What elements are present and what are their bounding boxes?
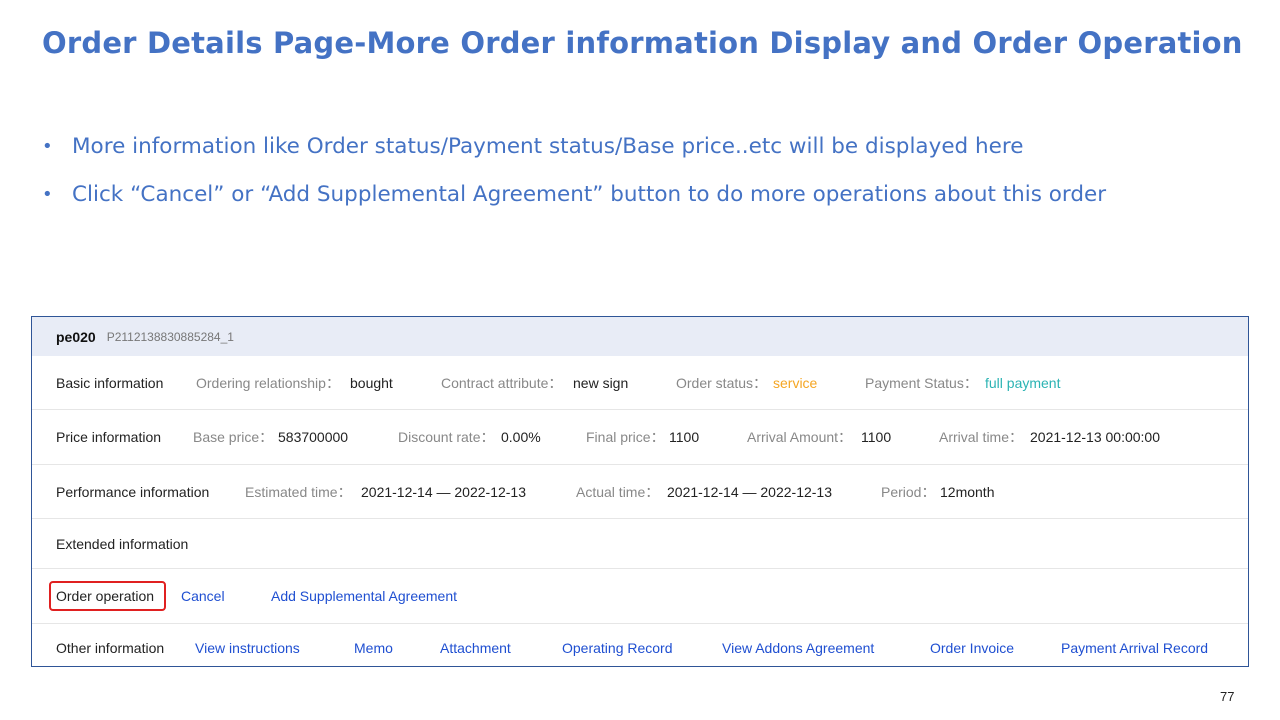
payment-arrival-record-link[interactable]: Payment Arrival Record [1061, 640, 1208, 656]
order-status-key: Order status： [676, 374, 768, 391]
period-key: Period： [881, 483, 936, 500]
estimated-time-key: Estimated time： [245, 483, 352, 500]
bullet-dot: • [42, 136, 53, 157]
discount-rate-key: Discount rate： [398, 429, 495, 445]
order-invoice-link[interactable]: Order Invoice [930, 640, 1014, 656]
page-number: 77 [1220, 689, 1235, 704]
arrival-time-key: Arrival time： [939, 429, 1024, 445]
ordering-relationship-value: bought [350, 374, 393, 391]
arrival-amount-value: 1100 [861, 429, 892, 445]
payment-status-key: Payment Status： [865, 374, 978, 391]
bullet-dot: • [42, 184, 53, 205]
performance-information-label: Performance information [56, 483, 210, 500]
other-information-label: Other information [56, 640, 165, 656]
basic-information-row: Basic information Ordering relationship：… [32, 356, 1248, 410]
bullet-list: • More information like Order status/Pay… [42, 132, 1106, 228]
price-information-row: Price information Base price： 583700000 … [32, 410, 1248, 465]
discount-rate-value: 0.00% [501, 429, 541, 445]
add-supplemental-agreement-button[interactable]: Add Supplemental Agreement [271, 588, 457, 604]
actual-time-value: 2021-12-14 — 2022-12-13 [667, 483, 833, 500]
bullet-text: More information like Order status/Payme… [72, 134, 1024, 159]
order-code: P2112138830885284_1 [106, 329, 234, 344]
payment-status-value: full payment [985, 374, 1061, 391]
order-status-value: service [773, 374, 818, 391]
slide-title: Order Details Page-More Order informatio… [42, 26, 1243, 60]
order-operation-row: Order operation Cancel Add Supplemental … [32, 569, 1248, 624]
final-price-key: Final price： [586, 429, 665, 445]
operating-record-link[interactable]: Operating Record [562, 640, 673, 656]
cancel-button[interactable]: Cancel [181, 588, 225, 604]
final-price-value: 1100 [669, 429, 700, 445]
bullet-item: • Click “Cancel” or “Add Supplemental Ag… [42, 180, 1106, 228]
view-addons-agreement-link[interactable]: View Addons Agreement [722, 640, 874, 656]
order-operation-label: Order operation [56, 588, 155, 604]
attachment-link[interactable]: Attachment [440, 640, 511, 656]
period-value: 12month [940, 483, 995, 500]
other-information-row: Other information View instructions Memo… [32, 624, 1248, 666]
base-price-value: 583700000 [278, 429, 349, 445]
arrival-time-value: 2021-12-13 00:00:00 [1030, 429, 1160, 445]
contract-attribute-value: new sign [573, 374, 629, 391]
basic-information-label: Basic information [56, 374, 164, 391]
order-name: pe020 [56, 328, 96, 345]
extended-information-label: Extended information [56, 535, 189, 552]
extended-information-row: Extended information [32, 519, 1248, 569]
order-header: pe020 P2112138830885284_1 [32, 317, 1248, 356]
performance-information-row: Performance information Estimated time： … [32, 465, 1248, 519]
ordering-relationship-key: Ordering relationship： [196, 374, 340, 391]
contract-attribute-key: Contract attribute： [441, 374, 563, 391]
actual-time-key: Actual time： [576, 483, 660, 500]
arrival-amount-key: Arrival Amount： [747, 429, 853, 445]
bullet-text: Click “Cancel” or “Add Supplemental Agre… [72, 182, 1107, 207]
price-information-label: Price information [56, 429, 162, 445]
bullet-item: • More information like Order status/Pay… [42, 132, 1106, 180]
base-price-key: Base price： [193, 429, 274, 445]
view-instructions-link[interactable]: View instructions [195, 640, 300, 656]
memo-link[interactable]: Memo [354, 640, 393, 656]
estimated-time-value: 2021-12-14 — 2022-12-13 [361, 483, 527, 500]
order-details-panel: pe020 P2112138830885284_1 Basic informat… [31, 316, 1249, 667]
